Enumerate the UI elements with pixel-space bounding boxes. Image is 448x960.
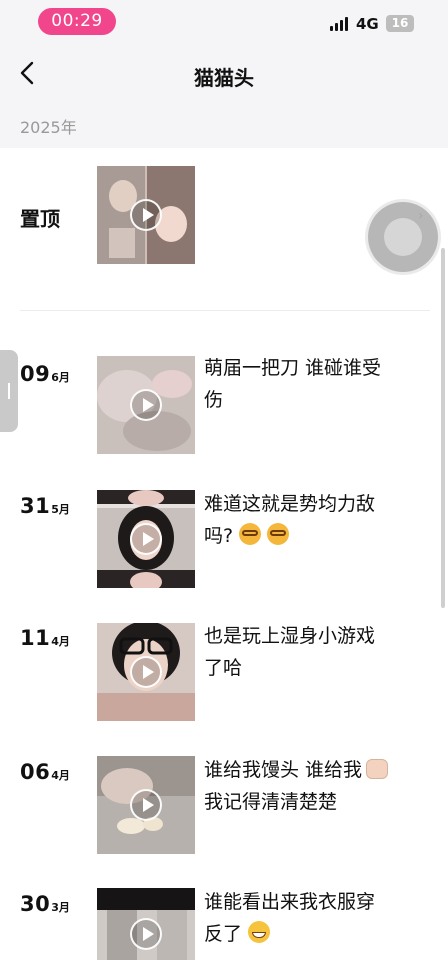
caption-line: 也是玩上湿身小游戏 (204, 625, 376, 647)
divider (20, 310, 430, 311)
caption-line-with-emoji: 吗? (204, 520, 414, 552)
caption-line: 我记得清清楚楚 (204, 791, 338, 813)
caption-line-with-emoji: 谁给我馒头 谁给我 (204, 754, 414, 786)
caption-line: 反了 (204, 923, 243, 945)
caption-line: 伤 (204, 389, 224, 411)
caption-line-with-emoji: 反了 (204, 918, 414, 950)
post-caption[interactable]: 也是玩上湿身小游戏 了哈 (204, 620, 414, 684)
post-month: 4月 (51, 635, 70, 648)
post-month: 3月 (51, 901, 70, 914)
post-month: 5月 (51, 503, 70, 516)
play-icon (130, 918, 162, 950)
pinned-label: 置顶 (20, 207, 60, 231)
status-bar: 00:29 4G 16 (0, 0, 448, 44)
post-day: 11 (20, 626, 51, 650)
caption-line: 谁给我馒头 谁给我 (204, 759, 363, 781)
post-video-thumbnail[interactable] (97, 888, 195, 960)
post-video-thumbnail[interactable] (97, 356, 195, 454)
page-title: 猫猫头 (194, 66, 254, 90)
post-date: 096月 (20, 362, 70, 386)
signal-icon (330, 17, 350, 31)
caption-line: 吗? (204, 525, 234, 547)
post-caption[interactable]: 难道这就是势均力敌 吗? (204, 488, 414, 552)
post-date: 114月 (20, 626, 70, 650)
post-caption[interactable]: 谁能看出来我衣服穿 反了 (204, 886, 414, 950)
network-type: 4G (356, 15, 379, 33)
assistive-touch-button[interactable] (368, 202, 438, 272)
post-video-thumbnail[interactable] (97, 756, 195, 854)
post-day: 09 (20, 362, 51, 386)
nerd-face-emoji-icon (267, 523, 290, 545)
fist-emoji-icon (366, 759, 389, 779)
post-date: 315月 (20, 494, 70, 518)
status-time: 00:29 (38, 8, 116, 35)
play-icon (130, 656, 162, 688)
side-drawer-handle[interactable] (0, 350, 18, 432)
post-video-thumbnail[interactable] (97, 623, 195, 721)
nav-bar: 猫猫头 (0, 44, 448, 106)
play-icon (130, 199, 162, 231)
year-label: 2025年 (20, 118, 77, 137)
post-day: 31 (20, 494, 51, 518)
post-month: 4月 (51, 769, 70, 782)
caption-line: 难道这就是势均力敌 (204, 493, 376, 515)
post-day: 30 (20, 892, 51, 916)
caption-line: 萌届一把刀 谁碰谁受 (204, 357, 382, 379)
caption-line: 谁能看出来我衣服穿 (204, 891, 376, 913)
post-date: 303月 (20, 892, 70, 916)
play-icon (130, 389, 162, 421)
pinned-video-thumbnail[interactable] (97, 166, 195, 264)
play-icon (130, 789, 162, 821)
post-caption[interactable]: 谁给我馒头 谁给我 我记得清清楚楚 (204, 754, 414, 818)
year-section: 2025年 (0, 106, 448, 148)
post-day: 06 (20, 760, 51, 784)
post-date: 064月 (20, 760, 70, 784)
post-month: 6月 (51, 371, 70, 384)
play-icon (130, 523, 162, 555)
nerd-face-emoji-icon (239, 523, 262, 545)
grinning-face-emoji-icon (248, 921, 271, 943)
caption-line: 了哈 (204, 657, 243, 679)
post-video-thumbnail[interactable] (97, 490, 195, 588)
scrollbar[interactable] (441, 248, 445, 608)
battery-level: 16 (386, 15, 414, 32)
post-caption[interactable]: 萌届一把刀 谁碰谁受 伤 (204, 352, 414, 416)
